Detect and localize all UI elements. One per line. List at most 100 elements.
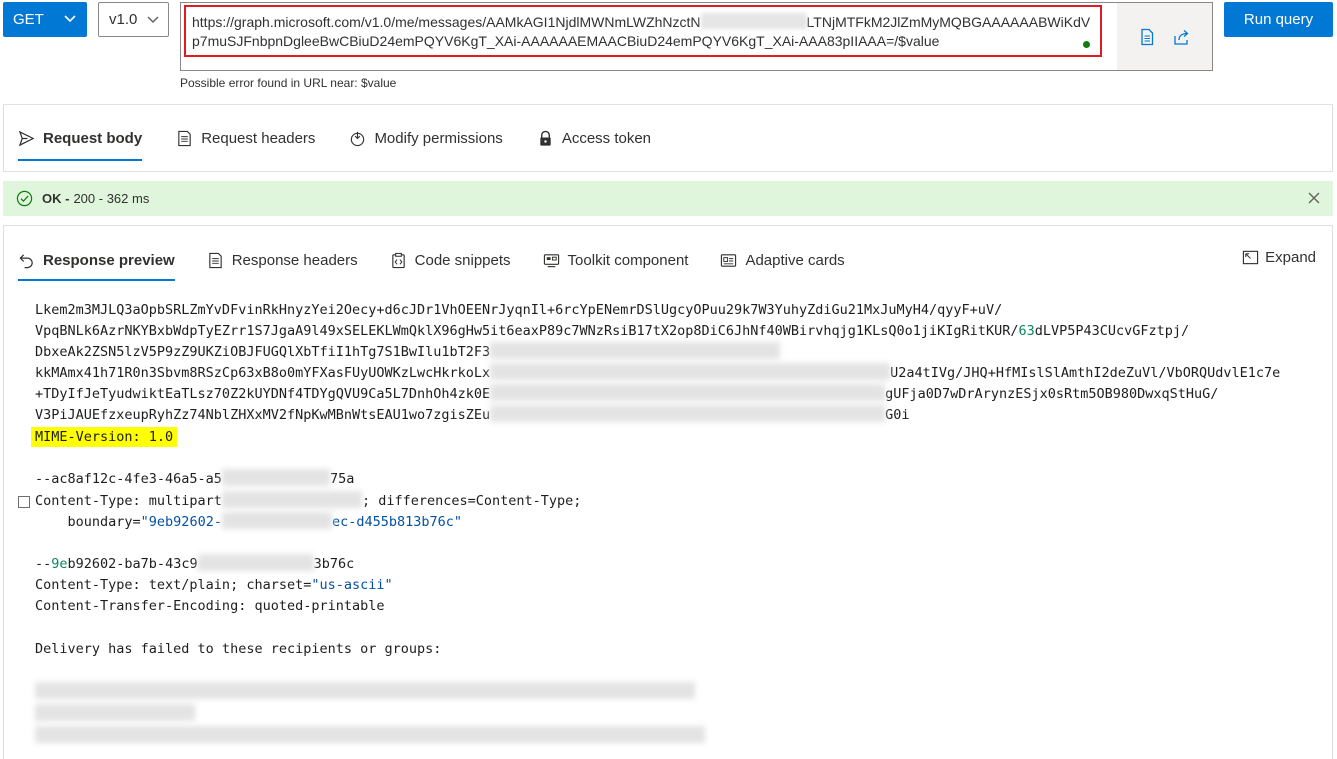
tab-modify-permissions[interactable]: Modify permissions	[349, 105, 503, 171]
status-dot-icon	[1083, 41, 1090, 48]
tab-request-body[interactable]: Request body	[18, 105, 143, 171]
code-line: DbxeAk2ZSN5lzV5P9zZ9UKZiOBJFUGQlXbTfiI1h…	[35, 342, 781, 363]
code-text: 3b76c	[313, 556, 355, 572]
code-line: VpqBNLk6AzrNKYBxbWdpTyEZrr1S7JgaA9l49xSE…	[35, 321, 1189, 342]
document-icon	[208, 252, 222, 268]
tab-toolkit-component[interactable]: Toolkit component	[543, 226, 689, 294]
request-tabs: Request body Request headers Modify perm…	[18, 105, 651, 171]
headers-icon	[178, 130, 191, 146]
code-line: Content-Transfer-Encoding: quoted-printa…	[35, 596, 385, 617]
run-query-button[interactable]: Run query	[1224, 2, 1333, 37]
redacted-block	[35, 726, 705, 743]
code-line: +TDyIfJeTyudwiktEaTLsz70Z2kUYDNf4TDYgQVU…	[35, 384, 1218, 405]
code-string: "us-ascii"	[311, 577, 393, 593]
code-text: Content-Type: text/plain; charset=	[35, 577, 312, 593]
close-icon[interactable]	[1307, 191, 1321, 205]
code-text: DbxeAk2ZSN5lzV5P9zZ9UKZiOBJFUGQlXbTfiI1h…	[35, 344, 491, 360]
code-text: Content-Type: multipart	[35, 493, 222, 509]
code-line	[35, 726, 705, 747]
expand-icon	[1242, 250, 1259, 264]
toolkit-icon	[543, 253, 559, 267]
tab-label: Code snippets	[414, 251, 511, 269]
code-line: MIME-Version: 1.0	[31, 427, 178, 448]
response-body-viewer[interactable]: Lkem2m3MJLQ3aOpbSRLZmYvDFvinRkHnyzYei2Oe…	[4, 300, 1332, 759]
code-text: dLVP5P43CUcvGFztpj/	[1034, 323, 1190, 339]
code-line: Lkem2m3MJLQ3aOpbSRLZmYvDFvinRkHnyzYei2Oe…	[35, 300, 1002, 321]
code-line: Delivery has failed to these recipients …	[35, 639, 441, 660]
tab-label: Response preview	[43, 251, 175, 269]
code-text: gUFja0D7wDrArynzESjx0sRtm5OB980DwxqStHuG…	[885, 386, 1219, 402]
document-icon[interactable]	[1138, 28, 1156, 46]
code-line: V3PiJAUEfzxeupRyhZz74NblZHXxMV2fNpKwMBnW…	[35, 405, 910, 426]
redacted-block	[490, 384, 886, 401]
code-line: Content-Type: multipart ; differences=Con…	[35, 491, 581, 512]
code-text: 75a	[329, 471, 355, 487]
code-line: Content-Type: text/plain; charset="us-as…	[35, 575, 393, 596]
code-text: V3PiJAUEfzxeupRyhZz74NblZHXxMV2fNpKwMBnW…	[35, 407, 491, 423]
url-error-message: Possible error found in URL near: $value	[180, 76, 397, 90]
http-method-dropdown[interactable]: GET	[3, 2, 87, 37]
api-version-dropdown[interactable]: v1.0	[98, 2, 169, 37]
expand-label: Expand	[1265, 248, 1316, 266]
code-text: Content-Transfer-Encoding: quoted-printa…	[35, 598, 385, 614]
status-bar: OK - 200 - 362 ms	[3, 181, 1333, 216]
redacted-block	[35, 704, 195, 721]
redacted-block	[221, 469, 330, 486]
tab-access-token[interactable]: Access token	[537, 105, 651, 171]
share-icon[interactable]	[1173, 28, 1191, 46]
check-circle-icon	[16, 190, 33, 207]
redacted-block	[221, 491, 362, 508]
redacted-block	[490, 342, 781, 359]
tab-code-snippets[interactable]: Code snippets	[390, 226, 511, 294]
code-text: 9e	[51, 556, 68, 572]
response-tabs: Response preview Response headers Code s…	[18, 226, 845, 294]
code-line	[35, 682, 695, 703]
code-text: kkMAmx41h71R0n3Sbvm8RSzCp63xB8o0mYFXasFU…	[35, 365, 491, 381]
tab-label: Adaptive cards	[745, 251, 845, 269]
response-panel: Response preview Response headers Code s…	[3, 225, 1333, 759]
redacted-block	[197, 554, 314, 571]
url-box: https://graph.microsoft.com/v1.0/me/mess…	[180, 2, 1213, 71]
tab-label: Toolkit component	[567, 251, 689, 269]
code-line: kkMAmx41h71R0n3Sbvm8RSzCp63xB8o0mYFXasFU…	[35, 363, 1280, 384]
code-line: --9eb92602-ba7b-43c9 3b76c	[35, 554, 354, 575]
fold-toggle-icon[interactable]	[18, 496, 30, 508]
permissions-icon	[351, 131, 365, 146]
code-text: boundary=	[35, 514, 141, 530]
code-line: boundary="9eb92602- ec-d455b813b76c"	[35, 512, 462, 533]
redacted-block	[35, 682, 695, 699]
code-text: Lkem2m3MJLQ3aOpbSRLZmYvDFvinRkHnyzYei2Oe…	[35, 302, 1003, 318]
tab-adaptive-cards[interactable]: Adaptive cards	[720, 226, 845, 294]
redacted-block	[221, 512, 332, 529]
tab-label: Modify permissions	[374, 129, 503, 147]
tab-label: Access token	[561, 129, 652, 147]
code-text: Delivery has failed to these recipients …	[35, 641, 442, 657]
code-string: ec-d455b813b76c"	[331, 514, 462, 530]
tab-response-headers[interactable]: Response headers	[207, 226, 358, 294]
code-line: --ac8af12c-4fe3-46a5-a5 75a	[35, 469, 354, 490]
code-text: VpqBNLk6AzrNKYBxbWdpTyEZrr1S7JgaA9l49xSE…	[35, 323, 1019, 339]
undo-arrow-icon	[19, 253, 33, 268]
clipboard-code-icon	[391, 252, 405, 268]
code-text: 63	[1018, 323, 1035, 339]
tab-request-headers[interactable]: Request headers	[176, 105, 315, 171]
code-text: G0i	[885, 407, 910, 423]
code-text: U2a4tIVg/JHQ+HfMIslSlAmthI2deZuVl/VbORQU…	[890, 365, 1281, 381]
chevron-down-icon	[64, 15, 76, 23]
tab-label: Request headers	[201, 129, 316, 147]
tab-response-preview[interactable]: Response preview	[18, 226, 175, 294]
code-string: "9eb92602-	[140, 514, 222, 530]
http-method-label: GET	[13, 11, 44, 28]
chevron-down-icon	[147, 16, 159, 23]
tab-label: Request body	[43, 129, 143, 147]
query-url-input[interactable]: https://graph.microsoft.com/v1.0/me/mess…	[184, 5, 1102, 57]
tab-label: Response headers	[231, 251, 358, 269]
code-text: b92602-ba7b-43c9	[67, 556, 198, 572]
code-text: +TDyIfJeTyudwiktEaTLsz70Z2kUYDNf4TDYgQVU…	[35, 386, 491, 402]
url-text-start: https://graph.microsoft.com/v1.0/me/mess…	[192, 14, 701, 30]
send-icon	[18, 130, 35, 146]
api-version-label: v1.0	[109, 11, 138, 28]
expand-button[interactable]: Expand	[1242, 226, 1316, 288]
lock-icon	[540, 130, 551, 146]
code-text: --	[35, 556, 52, 572]
